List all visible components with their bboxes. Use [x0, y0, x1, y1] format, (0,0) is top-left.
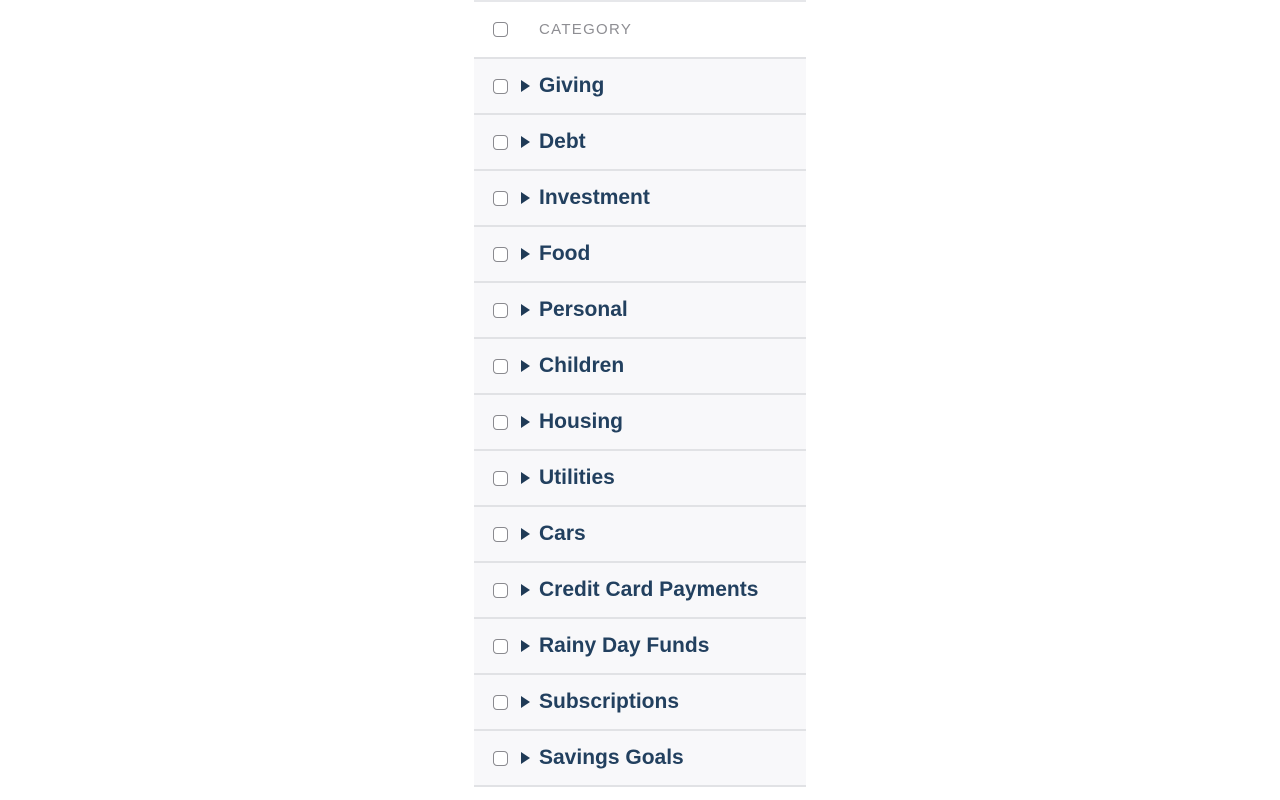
table-row[interactable]: Credit Card Payments: [474, 563, 806, 619]
expand-caret-icon[interactable]: [521, 640, 530, 652]
row-checkbox[interactable]: [493, 358, 508, 374]
row-checkbox[interactable]: [493, 582, 508, 598]
category-label[interactable]: Utilities: [539, 466, 615, 490]
row-checkbox[interactable]: [493, 526, 508, 542]
expand-caret-icon[interactable]: [521, 248, 530, 260]
table-row[interactable]: Personal: [474, 283, 806, 339]
expand-caret-icon[interactable]: [521, 472, 530, 484]
category-table: CATEGORY Giving Debt Investment Food Per…: [474, 0, 806, 787]
row-checkbox[interactable]: [493, 694, 508, 710]
row-checkbox[interactable]: [493, 638, 508, 654]
table-row[interactable]: Children: [474, 339, 806, 395]
table-row[interactable]: Utilities: [474, 451, 806, 507]
row-checkbox[interactable]: [493, 134, 508, 150]
category-label[interactable]: Children: [539, 354, 624, 378]
category-label[interactable]: Giving: [539, 74, 604, 98]
row-checkbox[interactable]: [493, 750, 508, 766]
table-row[interactable]: Investment: [474, 171, 806, 227]
expand-caret-icon[interactable]: [521, 752, 530, 764]
row-checkbox[interactable]: [493, 190, 508, 206]
category-label[interactable]: Credit Card Payments: [539, 578, 758, 602]
category-label[interactable]: Rainy Day Funds: [539, 634, 709, 658]
category-label[interactable]: Debt: [539, 130, 586, 154]
expand-caret-icon[interactable]: [521, 584, 530, 596]
table-row[interactable]: Giving: [474, 59, 806, 115]
row-checkbox[interactable]: [493, 470, 508, 486]
expand-caret-icon[interactable]: [521, 528, 530, 540]
expand-caret-icon[interactable]: [521, 696, 530, 708]
category-label[interactable]: Housing: [539, 410, 623, 434]
category-label[interactable]: Cars: [539, 522, 586, 546]
row-checkbox[interactable]: [493, 78, 508, 94]
select-all-checkbox[interactable]: [493, 22, 508, 37]
expand-caret-icon[interactable]: [521, 192, 530, 204]
row-checkbox[interactable]: [493, 302, 508, 318]
table-header: CATEGORY: [474, 2, 806, 59]
category-label[interactable]: Investment: [539, 186, 650, 210]
expand-caret-icon[interactable]: [521, 360, 530, 372]
table-row[interactable]: Subscriptions: [474, 675, 806, 731]
category-label[interactable]: Savings Goals: [539, 746, 684, 770]
expand-caret-icon[interactable]: [521, 416, 530, 428]
expand-caret-icon[interactable]: [521, 80, 530, 92]
category-label[interactable]: Personal: [539, 298, 628, 322]
category-label[interactable]: Subscriptions: [539, 690, 679, 714]
row-checkbox[interactable]: [493, 414, 508, 430]
row-checkbox[interactable]: [493, 246, 508, 262]
table-row[interactable]: Savings Goals: [474, 731, 806, 787]
table-row[interactable]: Housing: [474, 395, 806, 451]
category-column-header: CATEGORY: [539, 21, 633, 38]
expand-caret-icon[interactable]: [521, 136, 530, 148]
category-label[interactable]: Food: [539, 242, 590, 266]
table-row[interactable]: Debt: [474, 115, 806, 171]
table-row[interactable]: Cars: [474, 507, 806, 563]
expand-caret-icon[interactable]: [521, 304, 530, 316]
table-row[interactable]: Rainy Day Funds: [474, 619, 806, 675]
table-row[interactable]: Food: [474, 227, 806, 283]
